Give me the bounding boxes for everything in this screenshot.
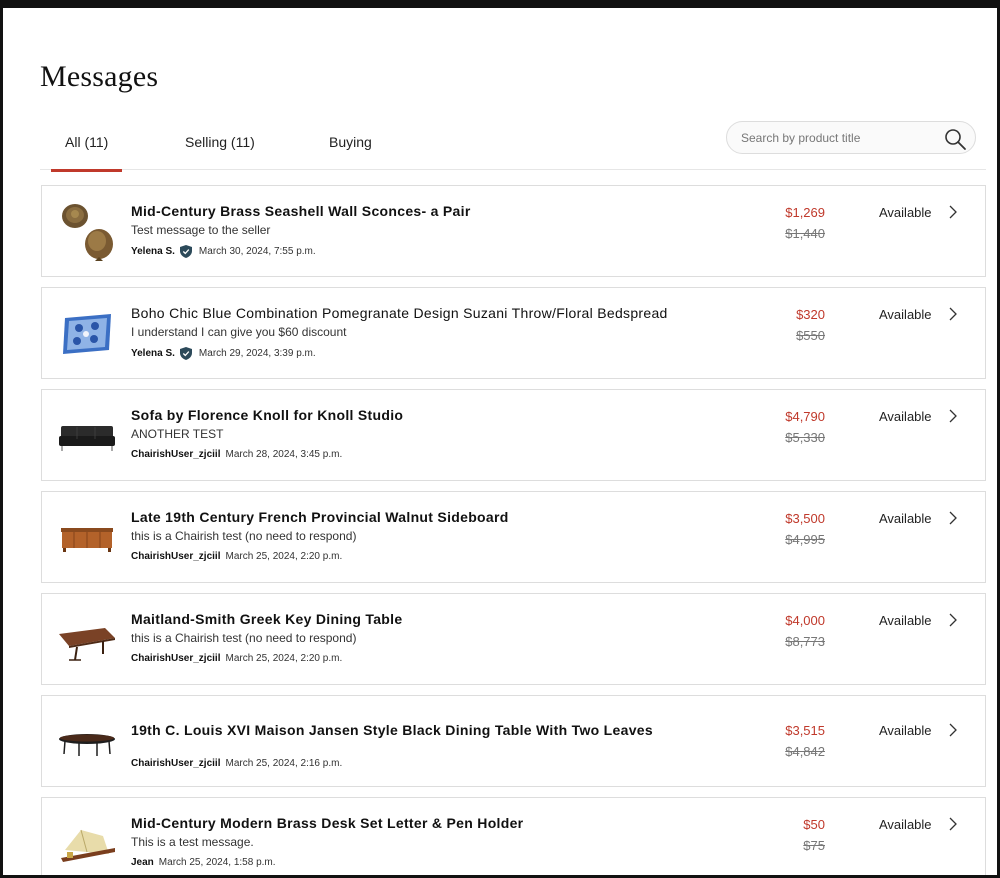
sender-name: ChairishUser_zjciil	[131, 449, 221, 460]
message-title: Maitland-Smith Greek Key Dining Table	[131, 611, 403, 627]
availability-status: Available	[879, 409, 932, 424]
original-price: $550	[796, 328, 825, 343]
current-price: $4,790	[785, 409, 825, 424]
message-list: Mid-Century Brass Seashell Wall Sconces-…	[41, 185, 986, 875]
sender-name: ChairishUser_zjciil	[131, 653, 221, 664]
message-row[interactable]: Boho Chic Blue Combination Pomegranate D…	[41, 287, 986, 379]
tab-buying[interactable]: Buying	[329, 134, 372, 170]
message-snippet: ANOTHER TEST	[131, 427, 224, 441]
message-meta: ChairishUser_zjciil March 25, 2024, 2:16…	[131, 758, 342, 769]
availability-status: Available	[879, 205, 932, 220]
message-snippet: Test message to the seller	[131, 223, 271, 237]
message-date: March 25, 2024, 2:16 p.m.	[225, 758, 343, 769]
message-snippet: this is a Chairish test (no need to resp…	[131, 529, 357, 543]
verified-shield-icon	[179, 245, 192, 258]
message-title: Mid-Century Brass Seashell Wall Sconces-…	[131, 203, 471, 219]
black-leather-sofa-thumbnail	[59, 426, 115, 451]
brass-seashell-sconces-thumbnail	[62, 204, 113, 261]
message-row[interactable]: Late 19th Century French Provincial Waln…	[41, 491, 986, 583]
message-title: Sofa by Florence Knoll for Knoll Studio	[131, 407, 404, 423]
search-input[interactable]	[741, 122, 931, 153]
search-box	[726, 121, 976, 154]
original-price: $4,995	[785, 532, 825, 547]
current-price: $3,515	[785, 723, 825, 738]
message-meta: ChairishUser_zjciil March 28, 2024, 3:45…	[131, 449, 342, 460]
availability-status: Available	[879, 723, 932, 738]
message-row[interactable]: Mid-Century Modern Brass Desk Set Letter…	[41, 797, 986, 875]
current-price: $3,500	[785, 511, 825, 526]
sender-name: ChairishUser_zjciil	[131, 551, 221, 562]
chevron-right-icon[interactable]	[948, 307, 958, 321]
sender-name: Jean	[131, 857, 154, 868]
message-title: Late 19th Century French Provincial Waln…	[131, 509, 509, 525]
original-price: $4,842	[785, 744, 825, 759]
verified-shield-icon	[179, 347, 192, 360]
blue-suzani-throw-thumbnail	[63, 314, 111, 354]
message-row[interactable]: Sofa by Florence Knoll for Knoll Studio …	[41, 389, 986, 481]
message-date: March 25, 2024, 2:20 p.m.	[225, 551, 343, 562]
message-meta: Yelena S. March 29, 2024, 3:39 p.m.	[131, 347, 316, 360]
walnut-sideboard-thumbnail	[61, 528, 113, 552]
brass-desk-set-thumbnail	[61, 829, 115, 862]
message-date: March 30, 2024, 7:55 p.m.	[198, 246, 316, 257]
message-snippet: This is a test message.	[131, 835, 254, 849]
tab-selling[interactable]: Selling (11)	[185, 134, 255, 170]
message-date: March 25, 2024, 2:20 p.m.	[225, 653, 343, 664]
sender-name: Yelena S.	[131, 348, 175, 359]
message-row[interactable]: Maitland-Smith Greek Key Dining Table th…	[41, 593, 986, 685]
current-price: $50	[803, 817, 825, 832]
black-dining-table-thumbnail	[59, 734, 115, 756]
message-meta: Jean March 25, 2024, 1:58 p.m.	[131, 857, 276, 868]
availability-status: Available	[879, 613, 932, 628]
message-date: March 25, 2024, 1:58 p.m.	[158, 857, 276, 868]
original-price: $1,440	[785, 226, 825, 241]
message-meta: ChairishUser_zjciil March 25, 2024, 2:20…	[131, 653, 342, 664]
search-icon[interactable]	[943, 127, 967, 151]
chevron-right-icon[interactable]	[948, 613, 958, 627]
chevron-right-icon[interactable]	[948, 723, 958, 737]
chevron-right-icon[interactable]	[948, 409, 958, 423]
current-price: $320	[796, 307, 825, 322]
sender-name: Yelena S.	[131, 246, 175, 257]
current-price: $4,000	[785, 613, 825, 628]
message-snippet: this is a Chairish test (no need to resp…	[131, 631, 357, 645]
chevron-right-icon[interactable]	[948, 817, 958, 831]
availability-status: Available	[879, 307, 932, 322]
chevron-right-icon[interactable]	[948, 205, 958, 219]
original-price: $5,330	[785, 430, 825, 445]
sender-name: ChairishUser_zjciil	[131, 758, 221, 769]
availability-status: Available	[879, 511, 932, 526]
message-title: 19th C. Louis XVI Maison Jansen Style Bl…	[131, 722, 653, 738]
message-meta: Yelena S. March 30, 2024, 7:55 p.m.	[131, 245, 316, 258]
message-meta: ChairishUser_zjciil March 25, 2024, 2:20…	[131, 551, 342, 562]
chevron-right-icon[interactable]	[948, 511, 958, 525]
message-title: Mid-Century Modern Brass Desk Set Letter…	[131, 815, 524, 831]
message-snippet: I understand I can give you $60 discount	[131, 325, 347, 339]
original-price: $75	[803, 838, 825, 853]
message-row[interactable]: Mid-Century Brass Seashell Wall Sconces-…	[41, 185, 986, 277]
app-window: Messages All (11) Selling (11) Buying Mi…	[0, 0, 1000, 878]
message-row[interactable]: 19th C. Louis XVI Maison Jansen Style Bl…	[41, 695, 986, 787]
original-price: $8,773	[785, 634, 825, 649]
page-title: Messages	[40, 60, 159, 93]
message-title: Boho Chic Blue Combination Pomegranate D…	[131, 305, 668, 321]
tab-all[interactable]: All (11)	[50, 134, 123, 172]
message-date: March 29, 2024, 3:39 p.m.	[198, 348, 316, 359]
message-date: March 28, 2024, 3:45 p.m.	[225, 449, 343, 460]
availability-status: Available	[879, 817, 932, 832]
current-price: $1,269	[785, 205, 825, 220]
greek-key-dining-table-thumbnail	[59, 628, 115, 661]
